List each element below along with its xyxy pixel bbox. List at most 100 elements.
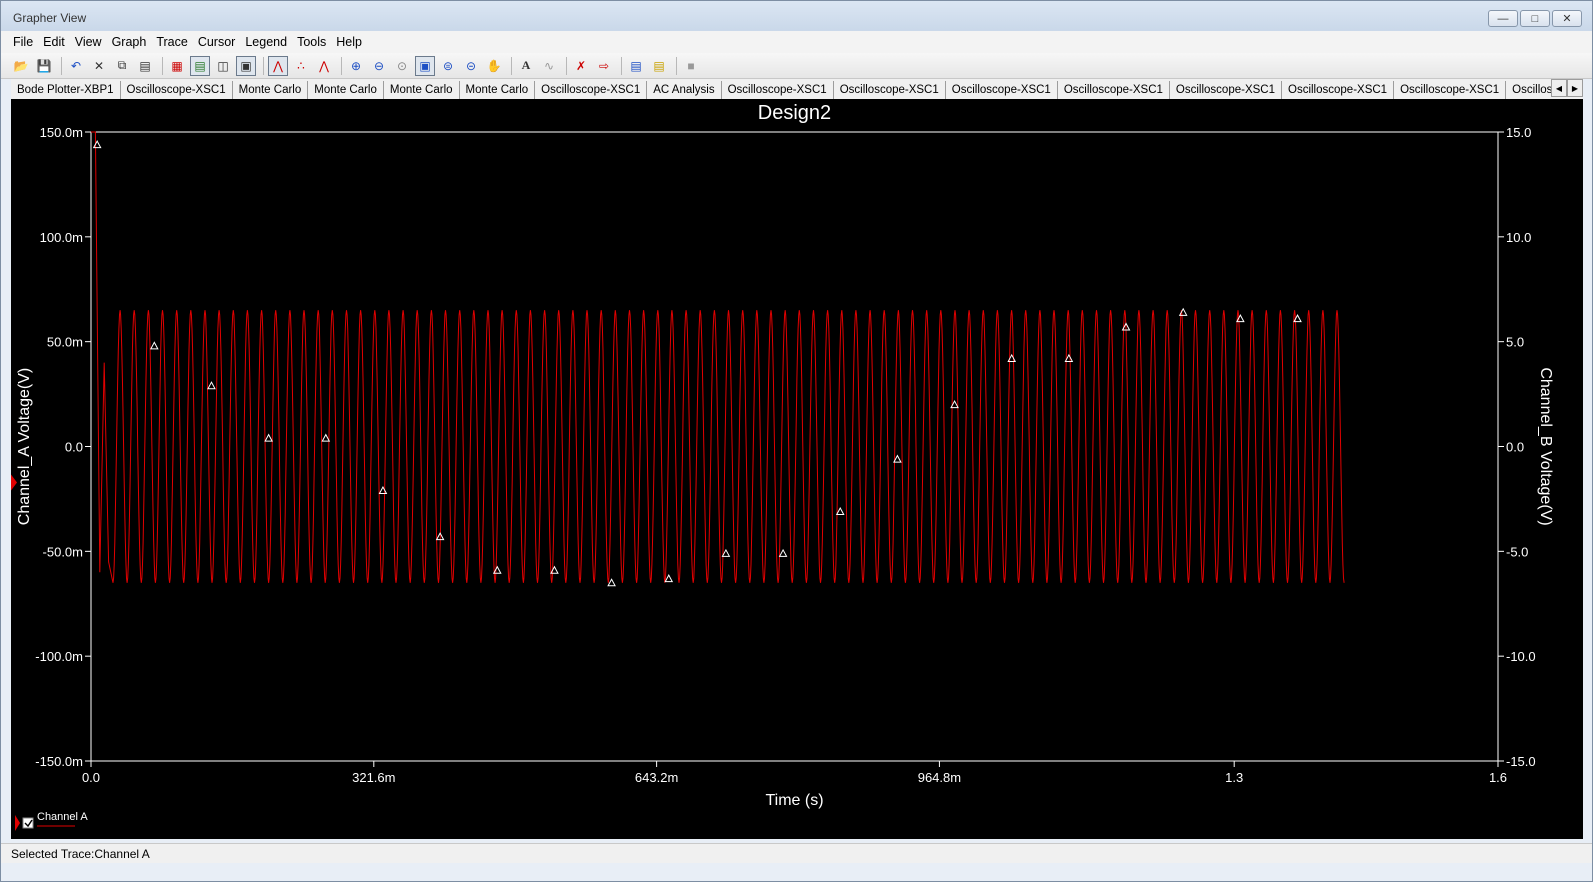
menu-view[interactable]: View xyxy=(75,35,102,49)
menu-edit[interactable]: Edit xyxy=(43,35,65,49)
y2-tick-label: -15.0 xyxy=(1506,754,1536,769)
minimize-button[interactable]: — xyxy=(1488,10,1518,27)
copy-graph-icon[interactable]: ▤ xyxy=(626,56,646,76)
copy-icon[interactable]: ⧉ xyxy=(112,56,132,76)
tab-page[interactable]: Oscilloscope-XSC1 xyxy=(721,81,834,99)
legend-label: Channel A xyxy=(37,811,88,823)
toolbar-separator xyxy=(263,56,264,75)
toolbar-separator xyxy=(341,56,342,75)
tab-page[interactable]: AC Analysis xyxy=(647,81,722,99)
tab-page[interactable]: Oscilloscope-XSC1 xyxy=(1169,81,1282,99)
zoom-area-icon[interactable]: ▣ xyxy=(415,55,435,76)
menu-cursor[interactable]: Cursor xyxy=(198,35,236,49)
plot-frame xyxy=(90,131,1499,762)
line-icon[interactable]: ⋀ xyxy=(268,55,288,76)
y2-tick-label: 0.0 xyxy=(1506,440,1524,455)
title-bar: Grapher View — □ ✕ xyxy=(1,1,1592,35)
toolbar-separator xyxy=(621,56,622,75)
y-tick-label: 100.0m xyxy=(40,230,83,245)
menu-help[interactable]: Help xyxy=(336,35,362,49)
select-marks-icon[interactable]: ◫ xyxy=(213,56,233,76)
paste-icon[interactable]: ▤ xyxy=(135,56,155,76)
tab-page[interactable]: Monte Carlo xyxy=(308,81,384,99)
save-icon[interactable]: 💾 xyxy=(34,56,54,76)
y2-tick-label: 10.0 xyxy=(1506,230,1531,245)
data-marker xyxy=(207,381,216,390)
series-line-channel-a xyxy=(91,131,1345,583)
toolbar-separator xyxy=(162,56,163,75)
zoom-y-icon[interactable]: ⊝ xyxy=(461,56,481,76)
tab-page[interactable]: Monte Carlo xyxy=(459,81,536,99)
tab-scroll: ◀ ▶ xyxy=(1551,79,1583,97)
tab-page[interactable]: Monte Carlo xyxy=(232,81,309,99)
x-tick-label: 321.6m xyxy=(352,770,395,785)
data-marker xyxy=(607,578,616,587)
y-tick-label: -100.0m xyxy=(35,649,83,664)
y-tick-label: 50.0m xyxy=(47,335,83,350)
menu-tools[interactable]: Tools xyxy=(297,35,326,49)
x-tick-label: 0.0 xyxy=(82,770,100,785)
reverse-colors-icon[interactable]: ▣ xyxy=(236,55,256,76)
data-marker xyxy=(321,433,331,442)
zoom-x-icon[interactable]: ⊜ xyxy=(438,56,458,76)
zoom-in-icon[interactable]: ⊕ xyxy=(346,56,366,76)
tab-page[interactable]: Oscilloscope-XSC1 xyxy=(535,81,648,99)
x-tick-label: 1.3 xyxy=(1225,770,1243,785)
zoom-fit-icon[interactable]: ⊙ xyxy=(392,56,412,76)
tab-scroll-left-icon[interactable]: ◀ xyxy=(1551,79,1567,97)
stop-icon[interactable]: ■ xyxy=(681,56,701,76)
menu-graph[interactable]: Graph xyxy=(112,35,147,49)
text-icon[interactable]: A xyxy=(516,56,536,76)
close-button[interactable]: ✕ xyxy=(1552,10,1582,27)
tab-scroll-right-icon[interactable]: ▶ xyxy=(1567,79,1583,97)
toolbar: 📂 💾 ↶ ✕ ⧉ ▤ ▦ ▤ ◫ ▣ ⋀ ∴ ⋀ ⊕ ⊖ ⊙ ▣ ⊜ ⊝ ✋ … xyxy=(1,53,1592,79)
overlay-icon[interactable]: ✗ xyxy=(571,56,591,76)
tab-page[interactable]: Monte Carlo xyxy=(383,81,460,99)
y2-axis-label: Channel_B Voltage(V) xyxy=(1537,367,1554,525)
y-tick-label: -150.0m xyxy=(35,754,83,769)
menu-legend[interactable]: Legend xyxy=(245,35,287,49)
menu-file[interactable]: File xyxy=(13,35,33,49)
y2-tick-label: -10.0 xyxy=(1506,649,1536,664)
tab-page[interactable]: Bode Plotter-XBP1 xyxy=(11,81,121,99)
paste-graph-icon[interactable]: ▤ xyxy=(649,56,669,76)
tab-page[interactable]: Oscilloscope-XSC1 xyxy=(1394,81,1507,99)
undo-icon[interactable]: ↶ xyxy=(66,56,86,76)
maximize-icon: □ xyxy=(1531,12,1539,25)
chart-svg: Design2 150.0m 100.0m 50.0m 0.0 -50.0m -100.0m… xyxy=(11,102,1554,831)
pan-icon[interactable]: ✋ xyxy=(484,56,504,76)
tab-page[interactable]: Oscilloscope-XSC1 xyxy=(833,81,946,99)
tab-page[interactable]: Oscilloscope-XSC1 xyxy=(120,81,233,99)
x-axis-label: Time (s) xyxy=(765,792,823,809)
maximize-button[interactable]: □ xyxy=(1520,10,1550,27)
data-marker xyxy=(835,506,845,515)
data-marker xyxy=(664,574,674,583)
chart-title: Design2 xyxy=(758,102,831,124)
toolbar-separator xyxy=(61,56,62,75)
menu-trace[interactable]: Trace xyxy=(156,35,188,49)
grid-icon[interactable]: ▦ xyxy=(167,56,187,76)
cursor-icon[interactable]: ∿ xyxy=(539,56,559,76)
export-icon[interactable]: ⇨ xyxy=(594,56,614,76)
minimize-icon: — xyxy=(1497,12,1509,25)
data-marker xyxy=(550,565,559,574)
toolbar-separator xyxy=(676,56,677,75)
status-text: Selected Trace:Channel A xyxy=(11,846,150,861)
dots-icon[interactable]: ∴ xyxy=(291,56,311,76)
y2-tick-label: 15.0 xyxy=(1506,125,1531,140)
plot-area[interactable]: Design2 150.0m 100.0m 50.0m 0.0 -50.0m -100.0m… xyxy=(11,99,1583,839)
status-bar: Selected Trace:Channel A xyxy=(1,843,1592,863)
menu-bar: File Edit View Graph Trace Cursor Legend… xyxy=(1,31,1592,53)
x-tick-label: 643.2m xyxy=(635,770,678,785)
y-tick-label: 0.0 xyxy=(65,440,83,455)
y2-tick-label: 5.0 xyxy=(1506,335,1524,350)
line-dots-icon[interactable]: ⋀ xyxy=(314,56,334,76)
tab-page[interactable]: Oscilloscope-XSC1 xyxy=(1282,81,1395,99)
cut-icon[interactable]: ✕ xyxy=(89,56,109,76)
zoom-out-icon[interactable]: ⊖ xyxy=(369,56,389,76)
tab-page[interactable]: Oscilloscope-XSC1 xyxy=(1057,81,1170,99)
tab-page[interactable]: Oscilloscope-XSC1 xyxy=(945,81,1058,99)
toolbar-separator xyxy=(511,56,512,75)
open-icon[interactable]: 📂 xyxy=(11,56,31,76)
legend-icon[interactable]: ▤ xyxy=(190,55,210,76)
